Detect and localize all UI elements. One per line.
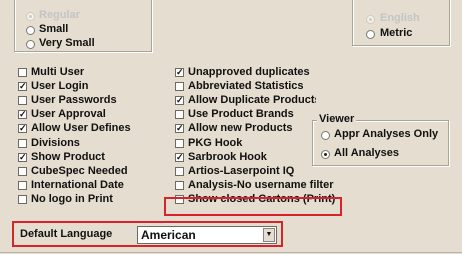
radio-icon [321,131,330,140]
checkbox-label: Allow Duplicate Products [188,94,316,107]
checkbox[interactable] [18,180,27,190]
highlight-show-closed-cartons [164,197,342,216]
checkbox[interactable] [175,82,184,92]
checkbox-label: Unapproved duplicates [188,66,310,78]
checkbox[interactable]: ✓ [175,68,184,77]
checkbox[interactable] [175,138,184,148]
checkbox-label: Analysis-No username filter [188,178,334,191]
checkbox[interactable] [18,96,27,106]
checkbox[interactable] [175,110,184,120]
checkbox[interactable] [175,166,184,176]
radio-label-all-analyses: All Analyses [334,147,400,159]
radio-icon [26,40,35,49]
default-language-select[interactable]: American ▼ [137,226,277,244]
checkbox-label: Use Product Brands [188,108,294,121]
checkbox-label: CubeSpec Needed [31,164,128,177]
radio-icon [26,26,35,35]
checkbox-label: Abbreviated Statistics [188,80,304,93]
divider [0,252,462,253]
radio-label-small: Small [39,23,69,35]
radio-label-regular: Regular [39,9,80,21]
radio-icon [366,15,375,24]
viewer-group-title: Viewer [317,113,357,126]
checkbox-label: Show Product [31,150,105,163]
checkbox[interactable] [18,194,27,204]
radio-label-english: English [380,12,420,24]
checkbox-label: Artios-Laserpoint IQ [188,164,295,177]
checkbox-label: PKG Hook [188,136,243,149]
checkbox-label: User Passwords [31,94,117,107]
checkbox[interactable] [18,138,27,148]
checkbox[interactable]: ✓ [18,152,27,162]
checkbox[interactable]: ✓ [18,82,27,92]
default-language-value: American [141,228,196,242]
checkbox-label: Multi User [31,66,85,78]
checkbox-label: No logo in Print [31,192,113,205]
checkbox-label: International Date [31,178,124,191]
checkbox[interactable]: ✓ [18,110,27,120]
radio-icon [366,30,375,39]
checkbox-label: Allow User Defines [31,122,131,135]
checkbox[interactable]: ✓ [175,124,184,134]
checkbox-label: Sarbrook Hook [188,150,267,163]
chevron-down-icon[interactable]: ▼ [263,228,275,242]
radio-label-metric: Metric [380,27,413,39]
checkbox[interactable] [18,68,27,77]
checkbox-label: Allow new Products [188,122,293,135]
checkbox[interactable] [175,180,184,190]
checkbox[interactable]: ✓ [18,124,27,134]
checkbox[interactable]: ✓ [175,96,184,106]
checkbox[interactable] [18,166,27,176]
checkbox-label: User Approval [31,108,106,121]
radio-label-very-small: Very Small [39,37,95,49]
default-language-label: Default Language [20,228,113,240]
checkbox-label: User Login [31,80,89,93]
radio-label-appr-analyses-only: Appr Analyses Only [334,128,439,140]
radio-icon [321,150,330,159]
checkbox-label: Divisions [31,136,80,149]
checkbox[interactable]: ✓ [175,152,184,162]
radio-icon [26,12,35,21]
